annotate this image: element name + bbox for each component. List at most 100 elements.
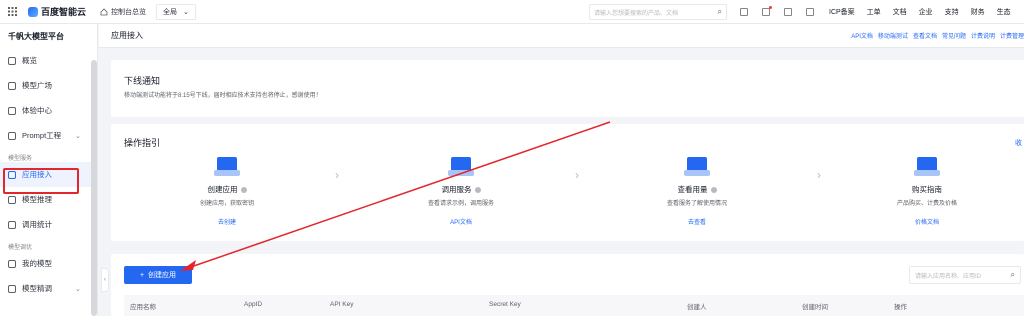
chevron-right-icon: › bbox=[817, 168, 821, 182]
sidebar-item-label: Prompt工程 bbox=[22, 131, 62, 140]
global-search-placeholder: 请输入您想要搜索的产品、文档 bbox=[594, 10, 679, 17]
console-label: 控制台总览 bbox=[111, 8, 147, 16]
annotation-highlight-box bbox=[3, 168, 79, 194]
sidebar-item-experience-center[interactable]: 体验中心 bbox=[0, 98, 97, 123]
help-icon[interactable] bbox=[240, 186, 247, 193]
topbar-link-icp[interactable]: ICP备案 bbox=[829, 7, 855, 17]
topbar-link-docs[interactable]: 文档 bbox=[893, 7, 907, 17]
global-search-input[interactable]: 请输入您想要搜索的产品、文档 ⌕ bbox=[589, 4, 727, 20]
step-title: 调用服务 bbox=[441, 185, 472, 194]
app-search-input[interactable]: 请输入应用名称、应用ID ⌕ bbox=[909, 266, 1021, 284]
topbar-link-enterprise[interactable]: 企业 bbox=[919, 7, 933, 17]
page-header: 应用接入 API文档 移动端测试 查看文档 常见问题 计费说明 计费管理 bbox=[99, 24, 1024, 48]
operation-guide-card: 操作指引 收 创建应用 创建应用，获取密钥 去创建 › 调用服务 查看请求示例，… bbox=[111, 124, 1024, 241]
message-icon[interactable] bbox=[762, 6, 772, 16]
usage-illustration-icon bbox=[684, 154, 710, 176]
sidebar-item-model-square[interactable]: 模型广场 bbox=[0, 73, 97, 98]
step-desc: 查看请求示例，调用服务 bbox=[427, 201, 494, 207]
page-title: 应用接入 bbox=[111, 31, 143, 40]
step-title: 查看用量 bbox=[677, 185, 708, 194]
notice-text: 移动端测试功能将于8.15号下线，届时相应技术支持也将停止，感谢使用！ bbox=[124, 93, 322, 99]
column-header: 操作 bbox=[894, 304, 907, 311]
guide-collapse-link[interactable]: 收 bbox=[1015, 138, 1022, 148]
chevron-right-icon: › bbox=[575, 168, 579, 182]
search-icon[interactable]: ⌕ bbox=[1011, 270, 1015, 280]
guide-title: 操作指引 bbox=[124, 138, 161, 148]
step-link-price-doc[interactable]: 价格文档 bbox=[867, 217, 987, 226]
sidebar-item-my-models[interactable]: 我的模型 bbox=[0, 251, 97, 276]
call-service-illustration-icon bbox=[448, 154, 474, 176]
overview-icon bbox=[8, 56, 16, 65]
sidebar-item-label: 概览 bbox=[22, 56, 37, 65]
sidebar-item-prompt[interactable]: Prompt工程 ⌄ bbox=[0, 123, 97, 148]
app-table-header: 应用名称 AppID API Key Secret Key 创建人 创建时间 操… bbox=[124, 295, 1024, 316]
doc-link-billing-manage[interactable]: 计费管理 bbox=[1000, 31, 1024, 40]
sidebar-item-label: 模型广场 bbox=[22, 81, 52, 90]
inference-icon bbox=[8, 195, 16, 204]
column-header: API Key bbox=[330, 301, 354, 308]
sidebar-scrollbar[interactable] bbox=[91, 60, 97, 316]
sidebar-item-call-stats[interactable]: 调用统计 bbox=[0, 212, 97, 237]
step-link-view[interactable]: 去查看 bbox=[637, 217, 757, 226]
sidebar-item-label: 模型推理 bbox=[22, 195, 52, 204]
help-icon[interactable] bbox=[710, 186, 717, 193]
create-app-illustration-icon bbox=[214, 154, 240, 176]
create-app-button[interactable]: + 创建应用 bbox=[124, 266, 192, 284]
region-select[interactable]: 全局 ⌄ bbox=[156, 3, 196, 20]
notice-title: 下线通知 bbox=[124, 76, 161, 86]
step-desc: 创建应用，获取密钥 bbox=[199, 201, 254, 207]
guide-step-purchase: 购买指南 产品购买、计费及价格 价格文档 bbox=[867, 154, 987, 226]
guide-step-view-usage: 查看用量 查看服务了解使用情况 去查看 bbox=[637, 154, 757, 226]
app-grid-icon[interactable] bbox=[0, 0, 24, 24]
chevron-down-icon: ⌄ bbox=[183, 8, 189, 16]
brand-name: 百度智能云 bbox=[41, 7, 87, 17]
doc-link-mobile-test[interactable]: 移动端测试 bbox=[878, 31, 908, 40]
guide-step-create-app: 创建应用 创建应用，获取密钥 去创建 bbox=[167, 154, 287, 226]
topbar-link-ecosystem[interactable]: 生态 bbox=[997, 7, 1011, 17]
topbar-link-finance[interactable]: 财务 bbox=[971, 7, 985, 17]
my-models-icon bbox=[8, 259, 16, 268]
app-list-card: + 创建应用 请输入应用名称、应用ID ⌕ 应用名称 AppID API Key… bbox=[111, 254, 1024, 316]
model-square-icon bbox=[8, 81, 16, 90]
sidebar-collapse-toggle[interactable]: ‹ bbox=[101, 268, 109, 292]
console-home-link[interactable]: 控制台总览 bbox=[100, 7, 146, 17]
doc-link-docs[interactable]: 查看文档 bbox=[913, 31, 937, 40]
doc-link-faq[interactable]: 常见问题 bbox=[942, 31, 966, 40]
home-icon bbox=[100, 7, 108, 15]
doc-link-billing[interactable]: 计费说明 bbox=[971, 31, 995, 40]
stats-icon bbox=[8, 220, 16, 229]
sidebar-item-fine-tune[interactable]: 模型精调 ⌄ bbox=[0, 276, 97, 301]
doc-link-api[interactable]: API文档 bbox=[851, 31, 873, 40]
topbar-link-ticket[interactable]: 工单 bbox=[867, 7, 881, 17]
sidebar-item-overview[interactable]: 概览 bbox=[0, 48, 97, 73]
offline-notice-card: 下线通知 移动端测试功能将于8.15号下线，届时相应技术支持也将停止，感谢使用！ bbox=[111, 60, 1024, 117]
step-title: 创建应用 bbox=[207, 185, 238, 194]
doc-links: API文档 移动端测试 查看文档 常见问题 计费说明 计费管理 bbox=[851, 31, 1024, 40]
fine-tune-icon bbox=[8, 284, 16, 293]
chevron-down-icon: ⌄ bbox=[75, 132, 81, 140]
cart-icon[interactable] bbox=[784, 8, 792, 16]
step-link-api-doc[interactable]: API文档 bbox=[401, 217, 521, 226]
step-desc: 查看服务了解使用情况 bbox=[666, 201, 727, 207]
column-header: 创建时间 bbox=[802, 304, 828, 311]
step-link-create[interactable]: 去创建 bbox=[167, 217, 287, 226]
document-icon[interactable] bbox=[740, 8, 748, 16]
search-icon[interactable]: ⌕ bbox=[718, 7, 722, 17]
baidu-cloud-logo-icon bbox=[28, 6, 38, 17]
column-header: 应用名称 bbox=[130, 304, 156, 311]
chevron-right-icon: › bbox=[335, 168, 339, 182]
help-icon[interactable] bbox=[474, 186, 481, 193]
app-search-placeholder: 请输入应用名称、应用ID bbox=[915, 273, 982, 280]
create-app-label: 创建应用 bbox=[148, 272, 177, 279]
sidebar-item-label: 调用统计 bbox=[22, 220, 52, 229]
topbar-link-support[interactable]: 支持 bbox=[945, 7, 959, 17]
user-center-icon[interactable] bbox=[806, 8, 814, 16]
step-title: 购买指南 bbox=[912, 185, 942, 194]
sidebar-group-model-service: 模型服务 bbox=[8, 156, 33, 162]
brand-logo[interactable]: 百度智能云 bbox=[28, 5, 86, 18]
sidebar-item-label: 我的模型 bbox=[22, 259, 52, 268]
column-header: AppID bbox=[244, 301, 263, 308]
step-desc: 产品购买、计费及价格 bbox=[896, 201, 957, 207]
sidebar-item-label: 模型精调 bbox=[22, 284, 52, 293]
column-header: Secret Key bbox=[489, 301, 521, 308]
